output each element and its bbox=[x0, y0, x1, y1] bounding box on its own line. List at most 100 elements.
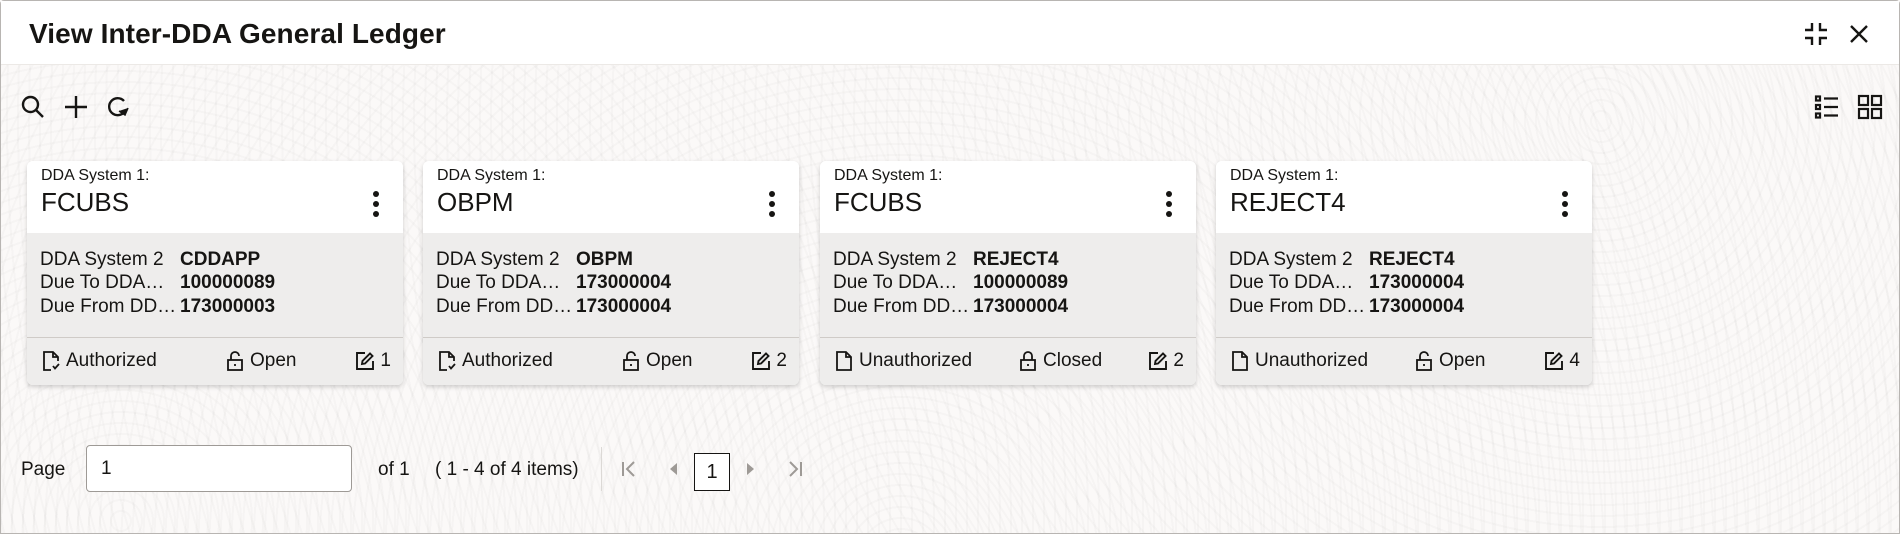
modification-count[interactable]: 2 bbox=[1147, 350, 1184, 372]
modification-count[interactable]: 1 bbox=[354, 350, 391, 372]
modification-count[interactable]: 2 bbox=[750, 350, 787, 372]
field-label: DDA System 2 bbox=[40, 248, 164, 270]
field-value: OBPM bbox=[576, 248, 633, 270]
record-status: Open bbox=[1413, 350, 1485, 372]
document-icon bbox=[1229, 350, 1255, 372]
pagination-bar: Page of 1 ( 1 - 4 of 4 items) 1 bbox=[1, 445, 821, 493]
card-field-row: Due From DD… 173000004 bbox=[1229, 295, 1464, 319]
lock-open-icon bbox=[224, 350, 250, 372]
auth-status-label: Authorized bbox=[66, 350, 157, 371]
field-label: Due From DD… bbox=[1229, 295, 1366, 317]
record-card[interactable]: DDA System 1: FCUBS DDA System 2 CDDAPP … bbox=[27, 161, 403, 385]
next-page-icon[interactable] bbox=[737, 455, 763, 483]
card-body: DDA System 2 REJECT4 Due To DDA… 1000000… bbox=[820, 233, 1196, 385]
field-label: Due From DD… bbox=[833, 295, 970, 317]
card-footer: Authorized Open 1 bbox=[27, 338, 403, 385]
field-label: Due From DD… bbox=[40, 295, 177, 317]
field-label: Due To DDA… bbox=[1229, 272, 1354, 294]
field-label: Due From DD… bbox=[436, 295, 573, 317]
previous-page-icon[interactable] bbox=[661, 455, 687, 483]
field-label: DDA System 2 bbox=[1229, 248, 1353, 270]
card-caption: DDA System 1: bbox=[834, 167, 943, 184]
field-label: Due To DDA… bbox=[436, 272, 561, 294]
modification-count[interactable]: 4 bbox=[1543, 350, 1580, 372]
record-status: Open bbox=[620, 350, 692, 372]
add-icon[interactable] bbox=[62, 93, 90, 121]
close-icon[interactable] bbox=[1844, 19, 1874, 49]
card-header: DDA System 1: OBPM bbox=[423, 161, 799, 233]
field-label: Due To DDA… bbox=[833, 272, 958, 294]
field-value: REJECT4 bbox=[973, 248, 1059, 270]
page-title: View Inter-DDA General Ledger bbox=[29, 18, 446, 49]
record-status-label: Open bbox=[646, 350, 693, 371]
card-title[interactable]: REJECT4 bbox=[1230, 187, 1346, 218]
document-check-icon bbox=[436, 350, 462, 372]
first-page-icon[interactable] bbox=[616, 455, 642, 483]
page-number-input[interactable] bbox=[86, 445, 352, 492]
card-body: DDA System 2 OBPM Due To DDA… 173000004 … bbox=[423, 233, 799, 385]
field-value: 173000004 bbox=[973, 295, 1069, 317]
record-status-label: Open bbox=[250, 350, 297, 371]
field-value: 173000004 bbox=[1369, 272, 1465, 294]
card-caption: DDA System 1: bbox=[41, 167, 150, 184]
field-label: Due To DDA… bbox=[40, 272, 165, 294]
card-title[interactable]: FCUBS bbox=[834, 187, 922, 218]
card-field-row: Due To DDA… 173000004 bbox=[1229, 272, 1464, 296]
card-field-row: Due To DDA… 100000089 bbox=[833, 272, 1068, 296]
card-body: DDA System 2 REJECT4 Due To DDA… 1730000… bbox=[1216, 233, 1592, 385]
list-view-icon[interactable] bbox=[1813, 93, 1841, 121]
record-status: Closed bbox=[1017, 350, 1102, 372]
card-body: DDA System 2 CDDAPP Due To DDA… 10000008… bbox=[27, 233, 403, 385]
more-options-icon[interactable] bbox=[1162, 191, 1176, 223]
edit-icon bbox=[354, 350, 380, 372]
card-field-row: DDA System 2 CDDAPP bbox=[40, 248, 275, 272]
dialog-header: View Inter-DDA General Ledger bbox=[1, 1, 1899, 65]
edit-icon bbox=[1543, 350, 1569, 372]
lock-open-icon bbox=[1413, 350, 1439, 372]
card-field-row: Due To DDA… 100000089 bbox=[40, 272, 275, 296]
field-value: 173000003 bbox=[180, 295, 276, 317]
card-title[interactable]: FCUBS bbox=[41, 187, 129, 218]
minimize-icon[interactable] bbox=[1801, 19, 1831, 49]
record-card[interactable]: DDA System 1: OBPM DDA System 2 OBPM Due… bbox=[423, 161, 799, 385]
modification-count-label: 4 bbox=[1569, 350, 1580, 371]
auth-status: Unauthorized bbox=[1229, 350, 1368, 372]
page-total-label: of 1 bbox=[378, 459, 410, 480]
field-value: 173000004 bbox=[576, 295, 672, 317]
refresh-icon[interactable] bbox=[104, 93, 132, 121]
card-footer: Unauthorized Closed 2 bbox=[820, 338, 1196, 385]
card-header: DDA System 1: REJECT4 bbox=[1216, 161, 1592, 233]
document-icon bbox=[833, 350, 859, 372]
record-card[interactable]: DDA System 1: FCUBS DDA System 2 REJECT4… bbox=[820, 161, 1196, 385]
field-value: 100000089 bbox=[180, 272, 276, 294]
card-field-row: Due From DD… 173000004 bbox=[436, 295, 671, 319]
card-caption: DDA System 1: bbox=[1230, 167, 1339, 184]
card-field-row: Due From DD… 173000003 bbox=[40, 295, 275, 319]
page-label: Page bbox=[21, 459, 66, 480]
card-footer: Unauthorized Open 4 bbox=[1216, 338, 1592, 385]
card-field-row: DDA System 2 OBPM bbox=[436, 248, 671, 272]
field-value: 173000004 bbox=[576, 272, 672, 294]
dialog-window: View Inter-DDA General Ledger DDA System… bbox=[0, 0, 1900, 534]
card-title[interactable]: OBPM bbox=[437, 187, 514, 218]
card-field-row: DDA System 2 REJECT4 bbox=[1229, 248, 1464, 272]
auth-status-label: Unauthorized bbox=[859, 350, 973, 371]
modification-count-label: 1 bbox=[380, 350, 391, 371]
more-options-icon[interactable] bbox=[369, 191, 383, 223]
auth-status-label: Unauthorized bbox=[1255, 350, 1369, 371]
search-icon[interactable] bbox=[19, 93, 47, 121]
pagination-divider bbox=[601, 447, 602, 491]
lock-closed-icon bbox=[1017, 350, 1043, 372]
last-page-icon[interactable] bbox=[782, 455, 808, 483]
grid-view-icon[interactable] bbox=[1856, 93, 1884, 121]
record-card[interactable]: DDA System 1: REJECT4 DDA System 2 REJEC… bbox=[1216, 161, 1592, 385]
current-page-button[interactable]: 1 bbox=[694, 453, 730, 491]
document-check-icon bbox=[40, 350, 66, 372]
more-options-icon[interactable] bbox=[765, 191, 779, 223]
more-options-icon[interactable] bbox=[1558, 191, 1572, 223]
record-status-label: Closed bbox=[1043, 350, 1103, 371]
card-footer: Authorized Open 2 bbox=[423, 338, 799, 385]
item-range-label: ( 1 - 4 of 4 items) bbox=[435, 459, 579, 480]
card-field-row: Due To DDA… 173000004 bbox=[436, 272, 671, 296]
field-value: 100000089 bbox=[973, 272, 1069, 294]
